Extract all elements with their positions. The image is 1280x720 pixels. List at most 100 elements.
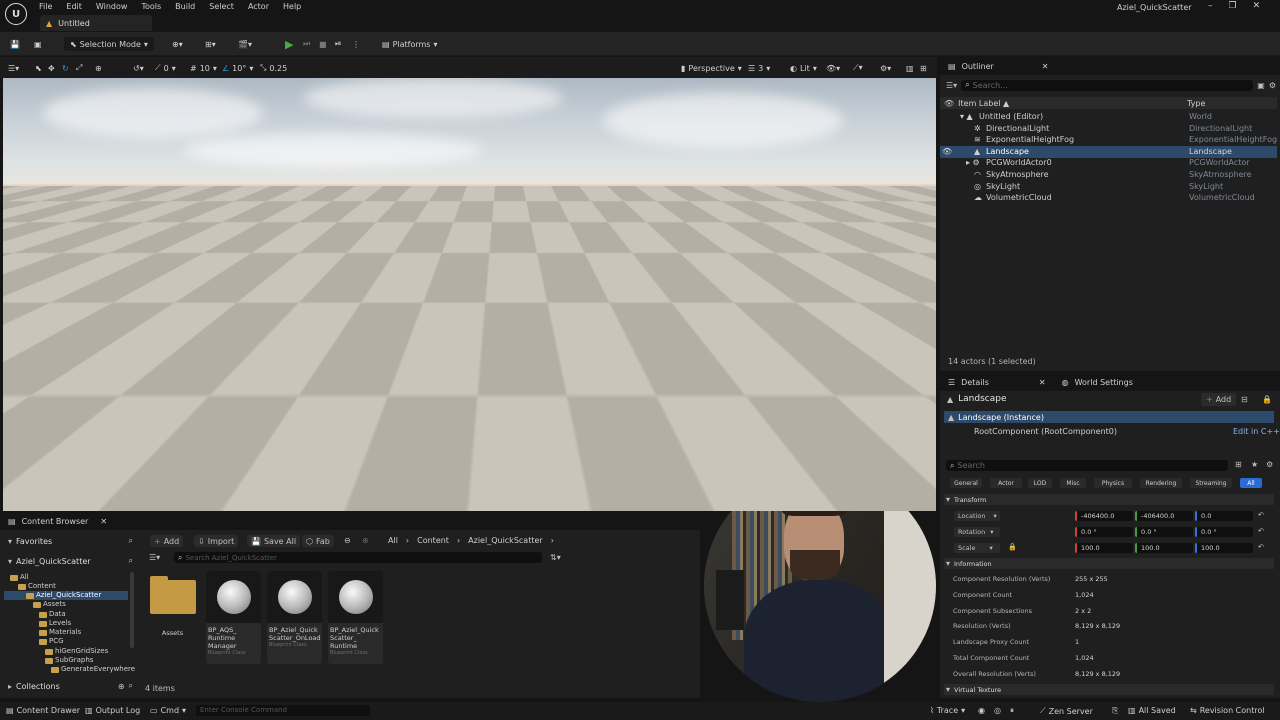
stop-icon[interactable]: ■ bbox=[319, 37, 327, 51]
filter-all[interactable]: All bbox=[1240, 478, 1262, 488]
save-all-button[interactable]: 💾 Save All bbox=[247, 535, 300, 547]
maximize-button[interactable]: ❐ bbox=[1229, 1, 1237, 11]
project-header[interactable]: ▾ Aziel_QuickScatter ⌕ bbox=[8, 556, 133, 566]
rotate-tool-icon[interactable]: ↻ bbox=[62, 61, 69, 75]
grid-view-icon[interactable]: ⊞ bbox=[1235, 460, 1242, 469]
lock-icon[interactable]: 🔒 bbox=[1262, 395, 1272, 404]
save-icon[interactable]: 💾 bbox=[10, 37, 20, 51]
item-label-column[interactable]: Item Label ▲ bbox=[958, 99, 1009, 108]
collections-header[interactable]: ▸ Collections ⊕ ⌕ bbox=[8, 681, 133, 691]
level-viewport[interactable]: ^ + bbox=[3, 78, 936, 511]
add-actor-icon[interactable]: ⊕▾ bbox=[172, 37, 183, 51]
filter-icon[interactable]: ☰▾ bbox=[946, 81, 957, 90]
menu-build[interactable]: Build bbox=[168, 0, 202, 13]
favorites-header[interactable]: ▾ Favorites ⌕ bbox=[8, 536, 133, 546]
asset-folder[interactable]: Assets bbox=[145, 571, 200, 664]
tree-item-content[interactable]: Content bbox=[18, 582, 56, 591]
skip-icon[interactable]: ⏭ bbox=[303, 37, 310, 51]
close-icon[interactable]: ✕ bbox=[1039, 378, 1046, 387]
tree-item-pcg[interactable]: PCG bbox=[39, 637, 64, 646]
camera-capture-icon[interactable]: ◎ bbox=[994, 706, 1001, 715]
virtual-texture-section-header[interactable]: ▾ Virtual Texture bbox=[944, 684, 1274, 695]
filter-rendering[interactable]: Rendering bbox=[1140, 478, 1182, 488]
blueprint-icon[interactable]: ⊟ bbox=[1241, 395, 1248, 404]
root-component-row[interactable]: RootComponent (RootComponent0) bbox=[974, 427, 1117, 436]
location-y[interactable]: -406400.0 bbox=[1135, 511, 1193, 521]
filter-general[interactable]: General bbox=[950, 478, 982, 488]
outliner-row[interactable]: ◎ SkyLight SkyLight bbox=[940, 181, 1277, 193]
transform-section-header[interactable]: ▾ Transform bbox=[944, 494, 1274, 505]
show-flags-icon[interactable]: 👁▾ bbox=[826, 61, 840, 75]
star-icon[interactable]: ★ bbox=[1251, 460, 1258, 469]
outliner-search-input[interactable]: ⌕ Search... bbox=[961, 80, 1253, 91]
asset-tile[interactable]: BP_Aziel_Quick Scatter_OnLoad Blueprint … bbox=[267, 571, 322, 664]
close-icon[interactable]: ✕ bbox=[100, 517, 107, 526]
cinematics-icon[interactable]: 🎬▾ bbox=[238, 37, 252, 51]
tree-scrollbar[interactable] bbox=[130, 572, 134, 648]
menu-help[interactable]: Help bbox=[276, 0, 308, 13]
notifications-icon[interactable]: ⎘ bbox=[1112, 706, 1118, 716]
level-tab[interactable]: ▲ Untitled bbox=[40, 15, 152, 31]
outliner-row[interactable]: ☁ VolumetricCloud VolumetricCloud bbox=[940, 192, 1277, 204]
reset-icon[interactable]: ↶ bbox=[1258, 543, 1264, 551]
tree-item-subgraphs[interactable]: SubGraphs bbox=[45, 656, 93, 665]
tree-item-materials[interactable]: Materials bbox=[39, 628, 81, 637]
menu-tools[interactable]: Tools bbox=[134, 0, 168, 13]
history-forward-icon[interactable]: ⊕ bbox=[362, 536, 369, 545]
tree-item-levels[interactable]: Levels bbox=[39, 619, 71, 628]
filter-streaming[interactable]: Streaming bbox=[1190, 478, 1232, 488]
rotation-snap[interactable]: ∠ 10° ▾ bbox=[222, 61, 253, 75]
outliner-row[interactable]: ▾ ▲ Untitled (Editor) World bbox=[940, 111, 1277, 123]
outliner-row[interactable]: ≋ ExponentialHeightFog ExponentialHeight… bbox=[940, 134, 1277, 146]
rotation-dropdown[interactable]: Rotation ▾ bbox=[954, 527, 1000, 537]
menu-window[interactable]: Window bbox=[89, 0, 135, 13]
scale-snap[interactable]: ⤡ 0.25 bbox=[260, 61, 287, 75]
settings-gear-icon[interactable]: ⚙ bbox=[1266, 460, 1273, 469]
outliner-row-selected[interactable]: 👁 ▲ Landscape Landscape bbox=[940, 146, 1277, 158]
reset-icon[interactable]: ↶ bbox=[1258, 527, 1264, 535]
tree-item-data[interactable]: Data bbox=[39, 610, 66, 619]
cmd-dropdown[interactable]: ▭ Cmd ▾ bbox=[150, 706, 186, 715]
outliner-row[interactable]: ▸ ⚙ PCGWorldActor0 PCGWorldActor bbox=[940, 157, 1277, 169]
more-options-icon[interactable]: ⋮ bbox=[352, 37, 360, 51]
play-icon[interactable]: ▶ bbox=[285, 37, 293, 51]
information-section-header[interactable]: ▾ Information bbox=[944, 558, 1274, 569]
tree-item-higengridsizes[interactable]: hiGenGridSizes bbox=[45, 647, 108, 656]
close-icon[interactable]: ✕ bbox=[1042, 62, 1049, 71]
scale-tool-icon[interactable]: ⤢ bbox=[76, 61, 82, 75]
view-mode-dropdown[interactable]: ▮ Perspective ▾ bbox=[681, 61, 742, 75]
settings-gear-icon[interactable]: ⚙ bbox=[1269, 81, 1276, 90]
browse-icon[interactable]: ▣ bbox=[34, 37, 42, 51]
tree-item-all[interactable]: All bbox=[10, 573, 29, 582]
history-back-icon[interactable]: ⊖ bbox=[344, 536, 351, 545]
filter-lod[interactable]: LOD bbox=[1028, 478, 1052, 488]
add-component-button[interactable]: + Add bbox=[1201, 393, 1236, 406]
eject-icon[interactable]: ⏯ bbox=[335, 37, 341, 51]
move-tool-icon[interactable]: ✥ bbox=[48, 61, 55, 75]
camera-speed[interactable]: ☰ 3 ▾ bbox=[748, 61, 770, 75]
asset-tile[interactable]: BP_Aziel_Quick Scatter_ Runtime Blueprin… bbox=[328, 571, 383, 664]
location-z[interactable]: 0.0 bbox=[1195, 511, 1253, 521]
add-folder-icon[interactable]: ▣ bbox=[1257, 81, 1265, 90]
tree-item-assets[interactable]: Assets bbox=[33, 600, 66, 609]
minimize-button[interactable]: – bbox=[1208, 1, 1213, 11]
selection-mode-dropdown[interactable]: ⬉ Selection Mode ▾ bbox=[64, 37, 154, 51]
zen-server-button[interactable]: ⟋ Zen Server bbox=[1040, 706, 1093, 716]
expand-icon[interactable]: ▸ ⚙ bbox=[966, 158, 980, 167]
unreal-logo-icon[interactable]: U bbox=[5, 3, 27, 25]
outliner-tab[interactable]: ▤ Outliner ✕ bbox=[940, 57, 1280, 75]
filter-icon[interactable]: ☰▾ bbox=[149, 553, 160, 562]
add-collection-icon[interactable]: ⊕ bbox=[118, 682, 125, 691]
rotation-y[interactable]: 0.0 ° bbox=[1135, 527, 1193, 537]
menu-file[interactable]: File bbox=[32, 0, 59, 13]
search-icon[interactable]: ⌕ bbox=[129, 556, 133, 566]
console-input[interactable]: Enter Console Command bbox=[196, 705, 370, 716]
location-x[interactable]: -406400.0 bbox=[1075, 511, 1133, 521]
visibility-icon[interactable]: 👁 bbox=[942, 147, 952, 156]
fab-button[interactable]: ⬡ Fab bbox=[302, 535, 334, 547]
add-button[interactable]: + Add bbox=[150, 535, 183, 547]
content-search-input[interactable]: ⌕ Search Aziel_QuickScatter bbox=[174, 552, 542, 563]
scale-dropdown[interactable]: Scale ▾ bbox=[954, 543, 1000, 553]
asset-tile[interactable]: BP_AQS_ Runtime Manager Blueprint Class bbox=[206, 571, 261, 664]
close-window-button[interactable]: ✕ bbox=[1253, 1, 1261, 11]
